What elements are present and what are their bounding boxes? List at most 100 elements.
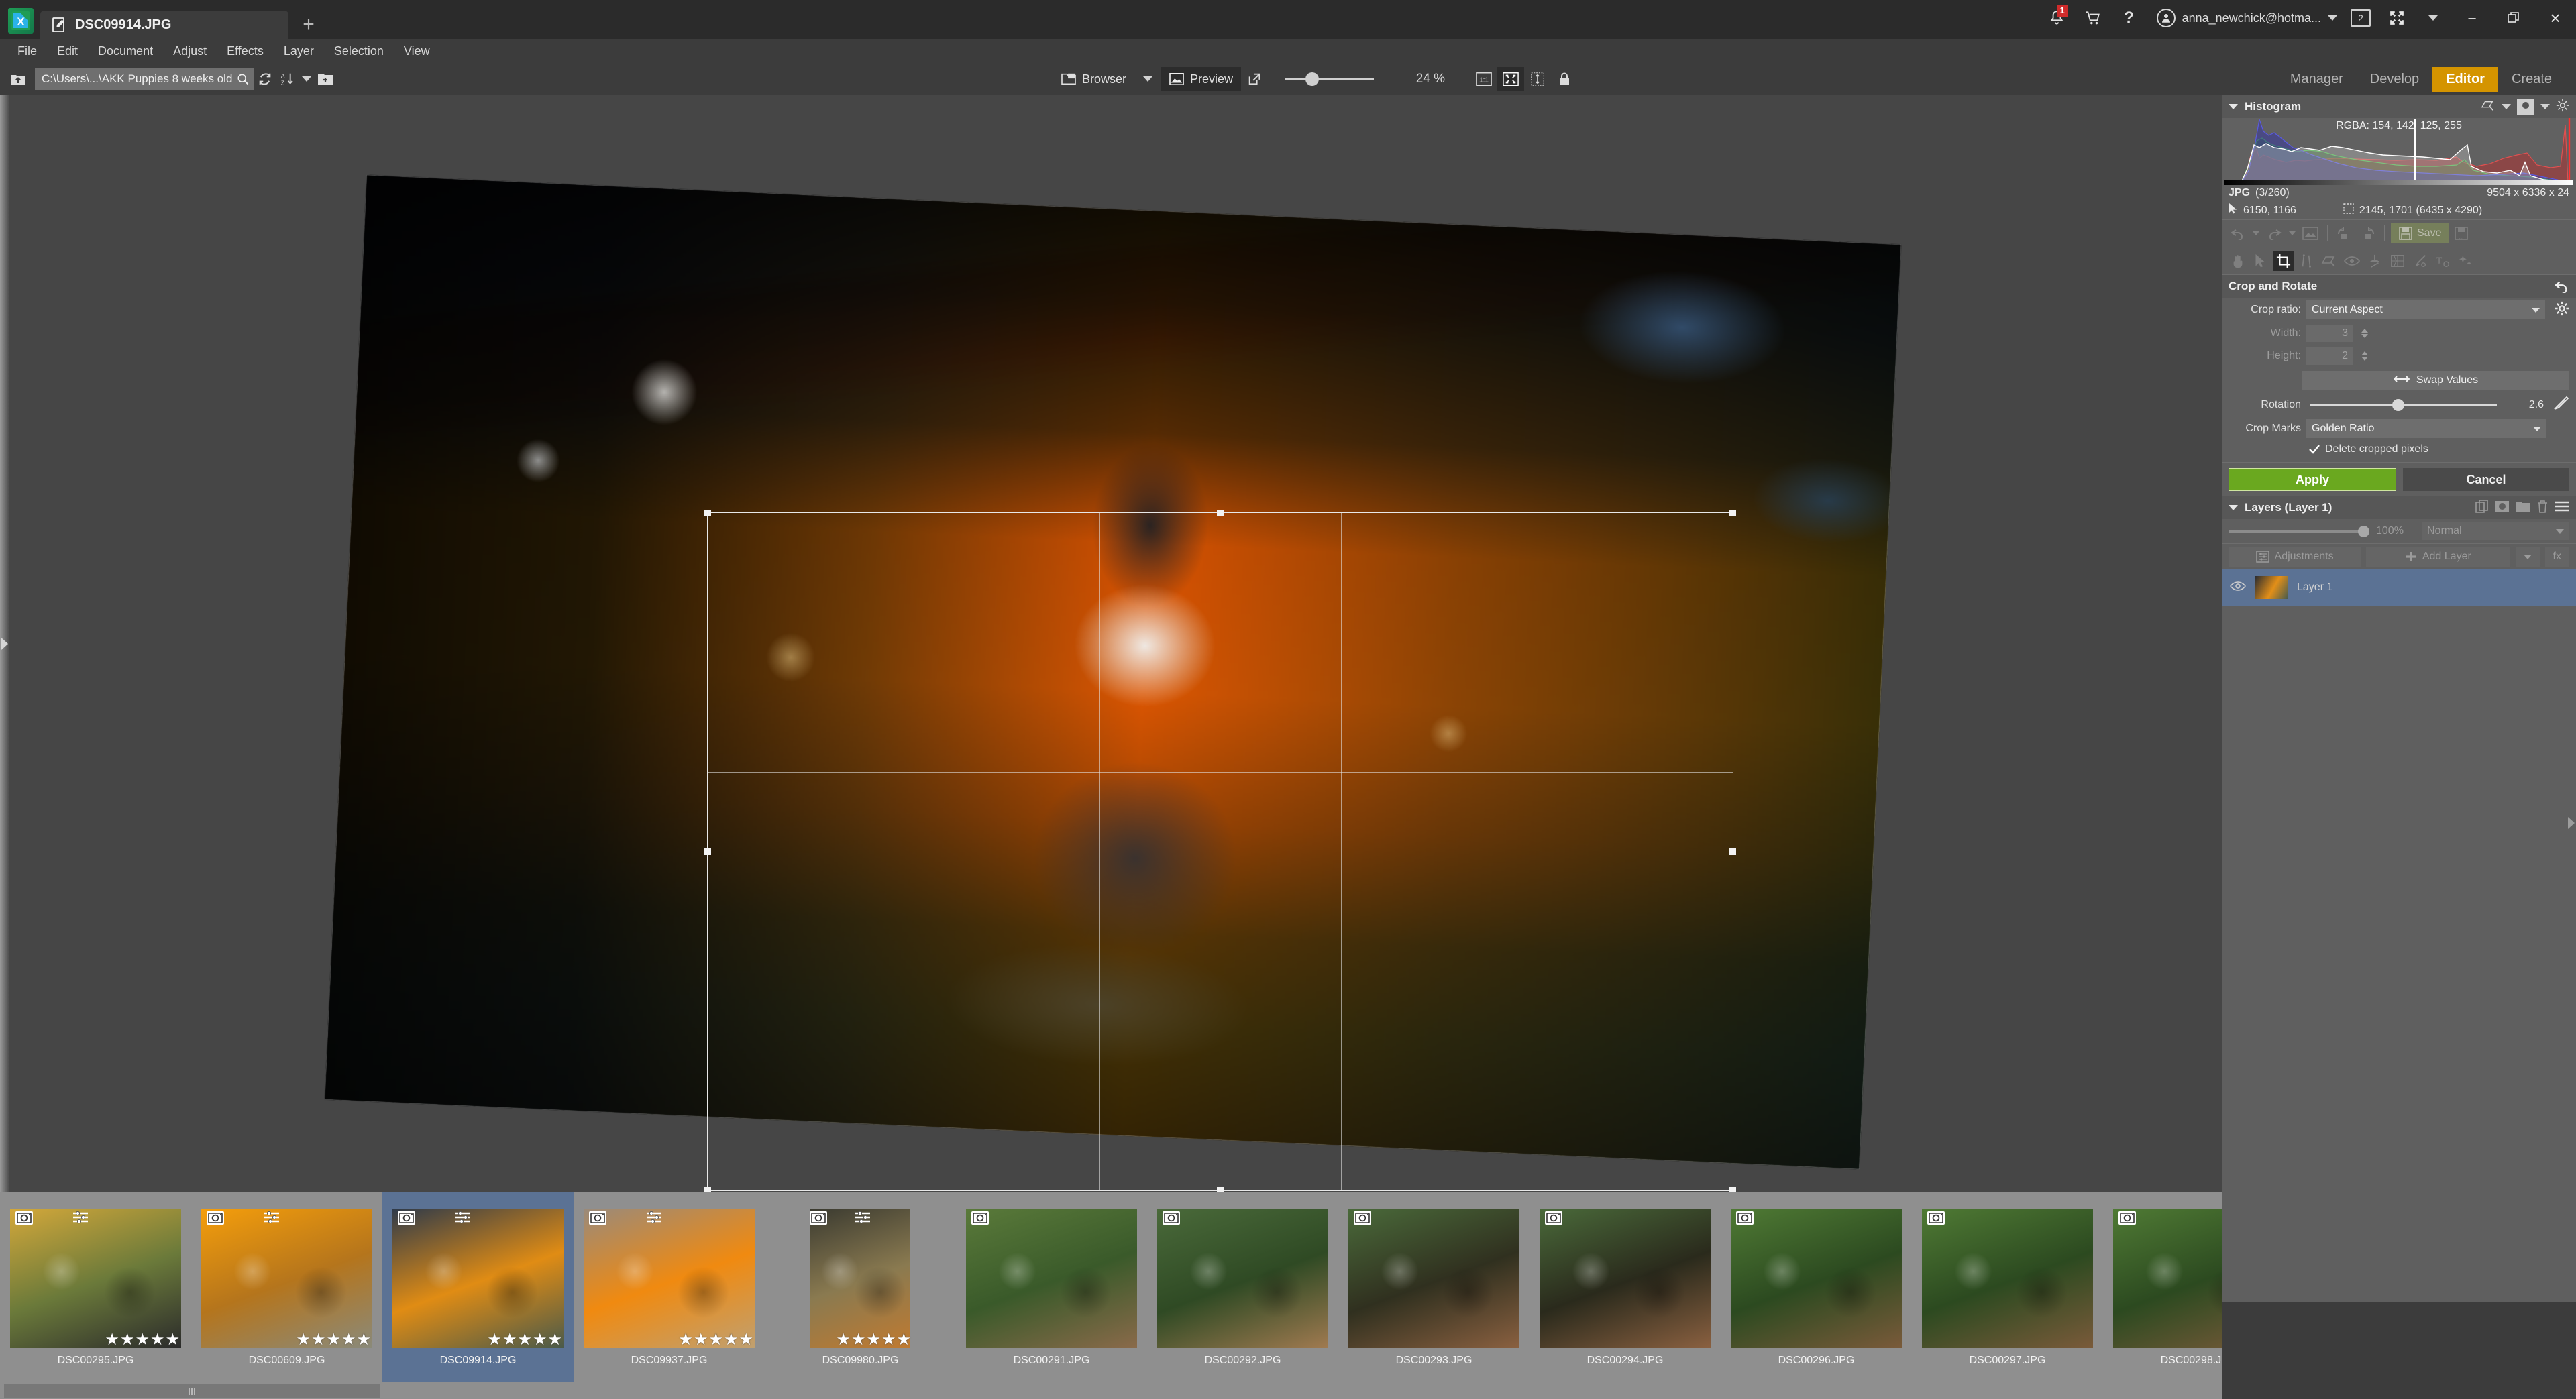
star-icon[interactable]: ★ (896, 1332, 911, 1348)
text-tool-icon[interactable]: T (2432, 251, 2454, 271)
apply-button[interactable]: Apply (2229, 468, 2396, 491)
thumbnail-wrapper[interactable]: ★ ★ ★ ★ ★ (10, 1209, 181, 1348)
cart-icon[interactable] (2075, 4, 2111, 32)
filmstrip-item[interactable]: DSC00291.JPG (956, 1192, 1147, 1382)
star-icon[interactable]: ★ (866, 1332, 881, 1348)
thumbnail-wrapper[interactable] (1731, 1209, 1902, 1348)
crop-handle-tr[interactable] (1729, 510, 1736, 516)
crop-handle-br[interactable] (1729, 1187, 1736, 1192)
swap-values-button[interactable]: Swap Values (2302, 371, 2569, 390)
red-eye-tool-icon[interactable] (2341, 251, 2363, 271)
thumbnail-wrapper[interactable] (1157, 1209, 1328, 1348)
rotation-slider[interactable] (2310, 398, 2497, 411)
layers-menu-icon[interactable] (2555, 500, 2569, 516)
zoom-slider-knob[interactable] (1305, 72, 1320, 86)
chevron-down-icon[interactable] (2540, 104, 2550, 109)
search-icon[interactable] (236, 72, 250, 86)
sort-dropdown-icon[interactable] (299, 68, 314, 91)
rotate-right-icon[interactable] (2357, 223, 2378, 243)
star-icon[interactable]: ★ (708, 1332, 723, 1348)
fullscreen-dropdown-icon[interactable] (2415, 4, 2451, 32)
zoom-slider[interactable] (1285, 72, 1375, 86)
filmstrip-item[interactable]: DSC00293.JPG (1338, 1192, 1529, 1382)
thumbnail-wrapper[interactable]: ★ ★ ★ ★ ★ (392, 1209, 564, 1348)
open-external-button[interactable] (1241, 67, 1268, 91)
up-folder-icon[interactable] (7, 68, 30, 91)
adjustments-button[interactable]: Adjustments (2229, 547, 2361, 567)
redo-dropdown-icon[interactable] (2286, 223, 2298, 243)
thumbnail-wrapper[interactable] (1348, 1209, 1519, 1348)
group-layer-icon[interactable] (2516, 500, 2530, 516)
delete-cropped-checkbox[interactable] (2309, 444, 2320, 455)
browser-dropdown-button[interactable] (1134, 67, 1161, 91)
menu-item-adjust[interactable]: Adjust (164, 42, 216, 61)
left-panel-expander[interactable] (0, 95, 9, 1192)
star-icon[interactable]: ★ (678, 1332, 693, 1348)
heal-tool-icon[interactable] (2387, 251, 2408, 271)
thumbnail-wrapper[interactable]: ★ ★ ★ ★ ★ (584, 1209, 755, 1348)
star-icon[interactable]: ★ (356, 1332, 371, 1348)
crop-handle-t[interactable] (1217, 510, 1224, 516)
fullscreen-icon[interactable] (2379, 4, 2415, 32)
browser-toggle[interactable]: Browser (1053, 67, 1134, 91)
thumbnail-wrapper[interactable]: ★ ★ ★ ★ ★ (201, 1209, 372, 1348)
menu-item-file[interactable]: File (8, 42, 46, 61)
zoom-fit-button[interactable] (1497, 67, 1525, 91)
filmstrip-item[interactable]: DSC00297.JPG (1912, 1192, 2103, 1382)
crop-reset-button[interactable] (2555, 280, 2569, 293)
document-tab[interactable]: DSC09914.JPG (40, 11, 288, 39)
filmstrip-item[interactable]: ★ ★ ★ ★ ★ DSC09914.JPG (382, 1192, 574, 1382)
account-menu[interactable]: anna_newchick@hotma... (2147, 9, 2343, 27)
new-folder-icon[interactable] (314, 68, 337, 91)
channel-mode-icon[interactable] (2517, 99, 2534, 115)
filmstrip-item[interactable]: DSC00296.JPG (1721, 1192, 1912, 1382)
stamp-tool-icon[interactable] (2364, 251, 2385, 271)
menu-item-document[interactable]: Document (89, 42, 162, 61)
layer-opacity-slider[interactable] (2229, 525, 2369, 537)
select-tool-icon[interactable] (2250, 251, 2271, 271)
preview-toggle[interactable]: Preview (1161, 67, 1242, 91)
close-button[interactable]: × (2534, 4, 2576, 32)
crop-handle-bl[interactable] (704, 1187, 711, 1192)
gear-icon[interactable] (2556, 99, 2569, 115)
star-icon[interactable]: ★ (487, 1332, 502, 1348)
star-icon[interactable]: ★ (120, 1332, 135, 1348)
clone-tool-icon[interactable] (2296, 251, 2317, 271)
crop-height-stepper[interactable] (2361, 351, 2368, 361)
menu-item-view[interactable]: View (394, 42, 439, 61)
add-layer-button[interactable]: Add Layer (2366, 547, 2510, 567)
undo-dropdown-icon[interactable] (2250, 223, 2262, 243)
zoom-fit-height-button[interactable] (1524, 67, 1551, 91)
star-icon[interactable]: ★ (694, 1332, 708, 1348)
chevron-down-icon[interactable] (2502, 104, 2511, 109)
filmstrip-item[interactable]: DSC00298.JPG (2103, 1192, 2222, 1382)
crop-handle-r[interactable] (1729, 848, 1736, 855)
restore-button[interactable] (2493, 4, 2534, 32)
rating-stars[interactable]: ★ ★ ★ ★ ★ (678, 1332, 753, 1348)
right-panel-collapse-icon[interactable] (2568, 817, 2575, 829)
filmstrip-item[interactable]: ★ ★ ★ ★ ★ DSC09937.JPG (574, 1192, 765, 1382)
fx-button[interactable]: fx (2544, 547, 2569, 567)
crop-handle-b[interactable] (1217, 1187, 1224, 1192)
crop-marks-select[interactable]: Golden Ratio (2306, 419, 2546, 438)
path-input[interactable]: C:\Users\...\AKK Puppies 8 weeks old (35, 68, 254, 90)
layer-visibility-icon[interactable] (2230, 581, 2246, 595)
refresh-icon[interactable] (254, 68, 276, 91)
star-icon[interactable]: ★ (135, 1332, 150, 1348)
duplicate-layer-icon[interactable] (2475, 499, 2489, 516)
menu-item-edit[interactable]: Edit (48, 42, 87, 61)
thumbnail-wrapper[interactable] (2113, 1209, 2222, 1348)
star-icon[interactable]: ★ (881, 1332, 896, 1348)
blend-mode-select[interactable]: Normal (2422, 522, 2569, 540)
help-icon[interactable]: ? (2111, 4, 2147, 32)
filmstrip-scrollbar[interactable] (0, 1383, 2222, 1399)
gear-icon[interactable] (2555, 301, 2569, 319)
lock-icon[interactable] (1551, 67, 1578, 91)
crop-width-input[interactable]: 3 (2306, 325, 2353, 342)
color-picker-icon[interactable] (2481, 99, 2496, 115)
star-icon[interactable]: ★ (739, 1332, 753, 1348)
tab-manager[interactable]: Manager (2277, 67, 2357, 92)
undo-icon[interactable] (2227, 223, 2249, 243)
star-icon[interactable]: ★ (724, 1332, 739, 1348)
filmstrip-item[interactable]: ★ ★ ★ ★ ★ DSC00295.JPG (0, 1192, 191, 1382)
